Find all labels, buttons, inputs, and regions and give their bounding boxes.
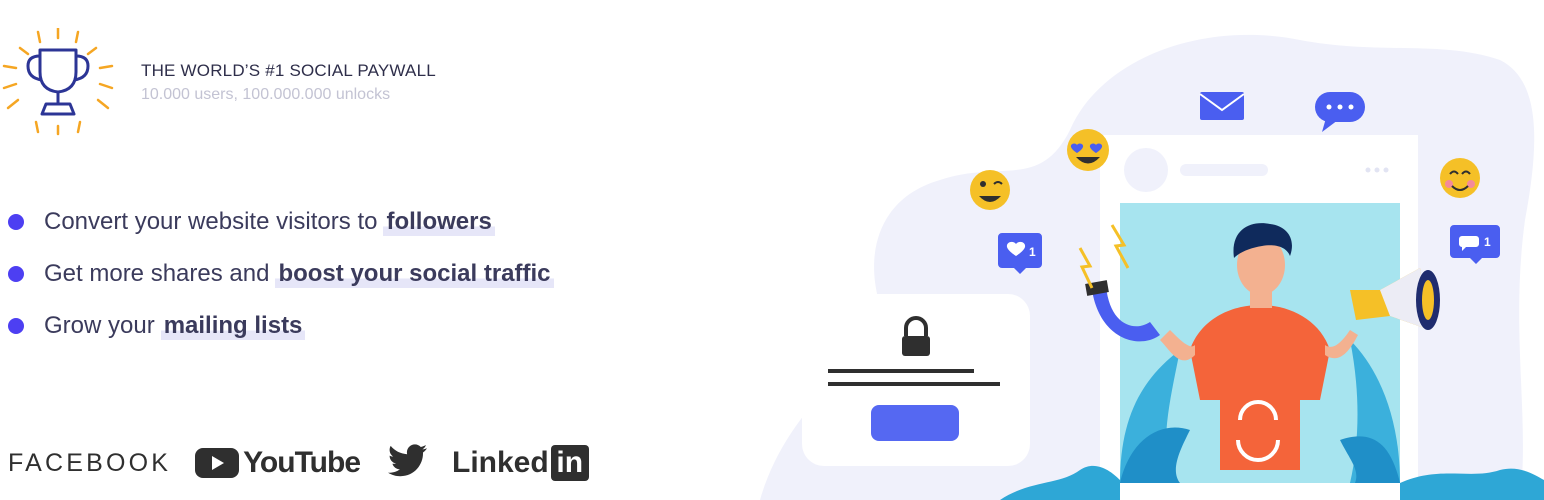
feature-highlight: mailing lists — [160, 312, 306, 340]
content-line — [828, 382, 1000, 386]
feature-item: Convert your website visitors to followe… — [8, 196, 554, 248]
linkedin-box: in — [550, 445, 589, 481]
locked-content-card — [802, 294, 1030, 466]
content-line — [828, 369, 974, 373]
twitter-bird-icon — [388, 443, 428, 483]
linkedin-wordmark: Linked — [452, 446, 549, 479]
youtube-play-icon — [195, 448, 240, 478]
like-notification: 1 — [998, 233, 1042, 274]
avatar — [1124, 148, 1168, 192]
name-placeholder — [1180, 164, 1268, 176]
bullet-icon — [8, 266, 24, 282]
feature-highlight: followers — [383, 208, 495, 236]
bullet-icon — [8, 214, 24, 230]
youtube-logo: YouTube — [195, 446, 361, 480]
hero-illustration: 1 1 — [740, 0, 1544, 500]
youtube-wordmark: YouTube — [243, 446, 361, 479]
illustration-canvas: 1 1 — [760, 34, 1544, 500]
feature-item: Get more shares and boost your social tr… — [8, 248, 554, 300]
tagline: THE WORLD’S #1 SOCIAL PAYWALL 10.000 use… — [141, 60, 436, 106]
tagline-subtitle: 10.000 users, 100.000.000 unlocks — [141, 86, 391, 103]
like-count: 1 — [1029, 245, 1036, 259]
unlock-button — [871, 405, 959, 441]
feature-highlight: boost your social traffic — [275, 260, 554, 288]
grin-emoji-icon — [970, 170, 1010, 210]
smile-emoji-icon — [1440, 158, 1480, 198]
trophy-icon — [2, 26, 114, 136]
social-post-card — [1078, 135, 1440, 500]
feature-list: Convert your website visitors to followe… — [8, 196, 554, 352]
feature-text: Convert your website visitors to — [44, 208, 378, 235]
envelope-icon — [1199, 92, 1245, 120]
bullet-icon — [8, 318, 24, 334]
tagline-title: THE WORLD’S #1 SOCIAL PAYWALL — [141, 61, 436, 80]
feature-text: Grow your — [44, 312, 155, 339]
facebook-logo: FACEBOOK — [8, 448, 172, 477]
feature-item: Grow your mailing lists — [8, 300, 554, 352]
linkedin-logo: Linked in — [452, 445, 589, 481]
platform-logos: FACEBOOK YouTube Linked in — [8, 438, 589, 488]
heart-eyes-emoji-icon — [1067, 129, 1109, 171]
comment-count: 1 — [1484, 235, 1491, 249]
trophy-badge — [0, 26, 120, 136]
feature-text: Get more shares and — [44, 260, 270, 287]
